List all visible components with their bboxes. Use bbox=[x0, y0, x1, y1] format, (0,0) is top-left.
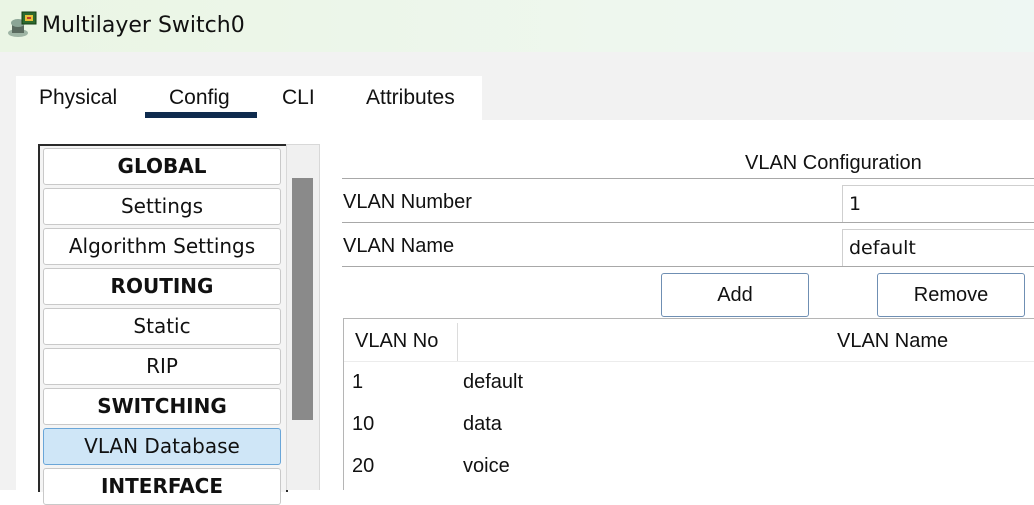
vlan-no-cell: 10 bbox=[352, 413, 375, 435]
nav-item-algorithm-settings[interactable]: Algorithm Settings bbox=[43, 228, 281, 265]
active-tab-indicator bbox=[145, 112, 257, 118]
vlan-no-cell: 20 bbox=[352, 455, 375, 477]
nav-header-global: GLOBAL bbox=[43, 148, 281, 185]
tab-config[interactable]: Config bbox=[169, 86, 230, 110]
divider bbox=[342, 178, 1034, 179]
nav-item-vlan-database[interactable]: VLAN Database bbox=[43, 428, 281, 465]
table-row[interactable]: 20 voice bbox=[344, 446, 1034, 486]
table-row[interactable]: 10 data bbox=[344, 404, 1034, 444]
vlan-name-cell: default bbox=[463, 371, 524, 393]
nav-header-switching: SWITCHING bbox=[43, 388, 281, 425]
vlan-name-cell: data bbox=[463, 413, 502, 435]
vlan-no-cell: 1 bbox=[352, 371, 364, 393]
nav-item-rip[interactable]: RIP bbox=[43, 348, 281, 385]
vlan-name-input[interactable]: default bbox=[842, 229, 1034, 267]
table-row[interactable]: 1 default bbox=[344, 362, 1034, 402]
nav-item-settings[interactable]: Settings bbox=[43, 188, 281, 225]
window-title: Multilayer Switch0 bbox=[42, 13, 245, 38]
column-header-vlan-name[interactable]: VLAN Name bbox=[837, 330, 948, 353]
nav-header-interface: INTERFACE bbox=[43, 468, 281, 505]
multilayer-switch-icon bbox=[8, 11, 37, 37]
nav-item-static[interactable]: Static bbox=[43, 308, 281, 345]
divider bbox=[342, 266, 1034, 267]
vlan-name-cell: voice bbox=[463, 455, 510, 477]
tab-cli[interactable]: CLI bbox=[282, 86, 315, 110]
divider bbox=[342, 222, 1034, 223]
vlan-name-label: VLAN Name bbox=[343, 235, 455, 257]
tab-physical[interactable]: Physical bbox=[39, 86, 117, 110]
vlan-number-input[interactable]: 1 bbox=[842, 185, 1034, 223]
nav-header-routing: ROUTING bbox=[43, 268, 281, 305]
tab-attributes[interactable]: Attributes bbox=[366, 86, 455, 110]
add-button[interactable]: Add bbox=[661, 273, 809, 317]
nav-scrollbar-thumb[interactable] bbox=[292, 178, 313, 420]
vlan-number-label: VLAN Number bbox=[343, 191, 472, 213]
title-bar: Multilayer Switch0 bbox=[0, 0, 1034, 52]
panel-title: VLAN Configuration bbox=[745, 152, 922, 174]
column-separator[interactable] bbox=[457, 323, 458, 361]
column-header-vlan-no[interactable]: VLAN No bbox=[355, 330, 438, 353]
remove-button[interactable]: Remove bbox=[877, 273, 1025, 317]
